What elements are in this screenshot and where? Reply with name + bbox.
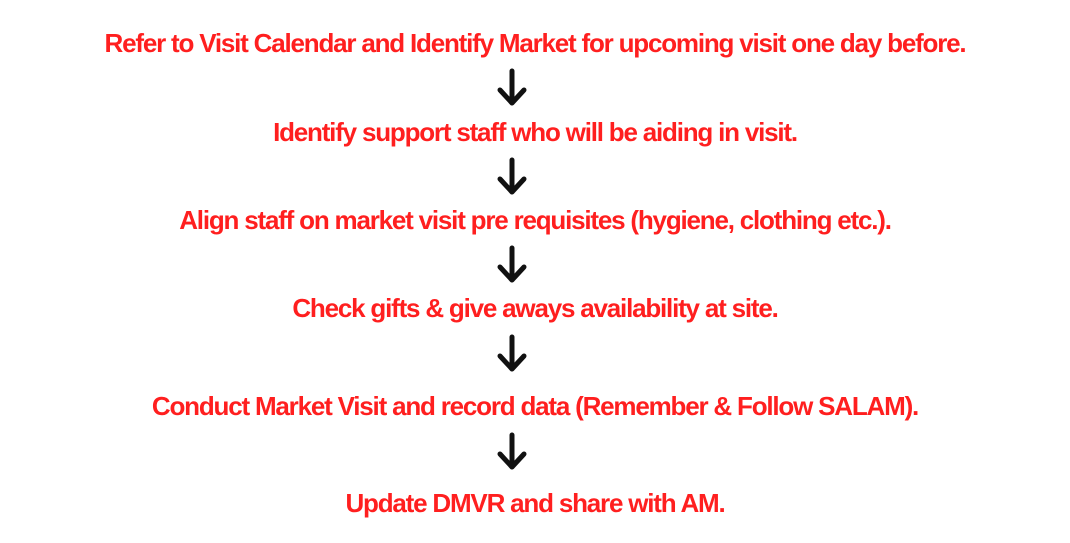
process-flowchart: Refer to Visit Calendar and Identify Mar… (0, 0, 1070, 543)
step-6-update-dmvr: Update DMVR and share with AM. (345, 488, 725, 518)
down-arrow-icon (495, 334, 529, 374)
step-5-conduct-market-visit: Conduct Market Visit and record data (Re… (151, 391, 919, 421)
step-4-check-gifts-availability: Check gifts & give aways availability at… (292, 293, 778, 323)
step-1-refer-visit-calendar: Refer to Visit Calendar and Identify Mar… (104, 28, 967, 58)
down-arrow-icon (495, 245, 529, 285)
down-arrow-icon (495, 68, 529, 108)
down-arrow-icon (495, 432, 529, 472)
step-3-align-staff-prerequisites: Align staff on market visit pre requisit… (179, 205, 892, 235)
down-arrow-icon (495, 157, 529, 197)
step-2-identify-support-staff: Identify support staff who will be aidin… (273, 117, 798, 147)
